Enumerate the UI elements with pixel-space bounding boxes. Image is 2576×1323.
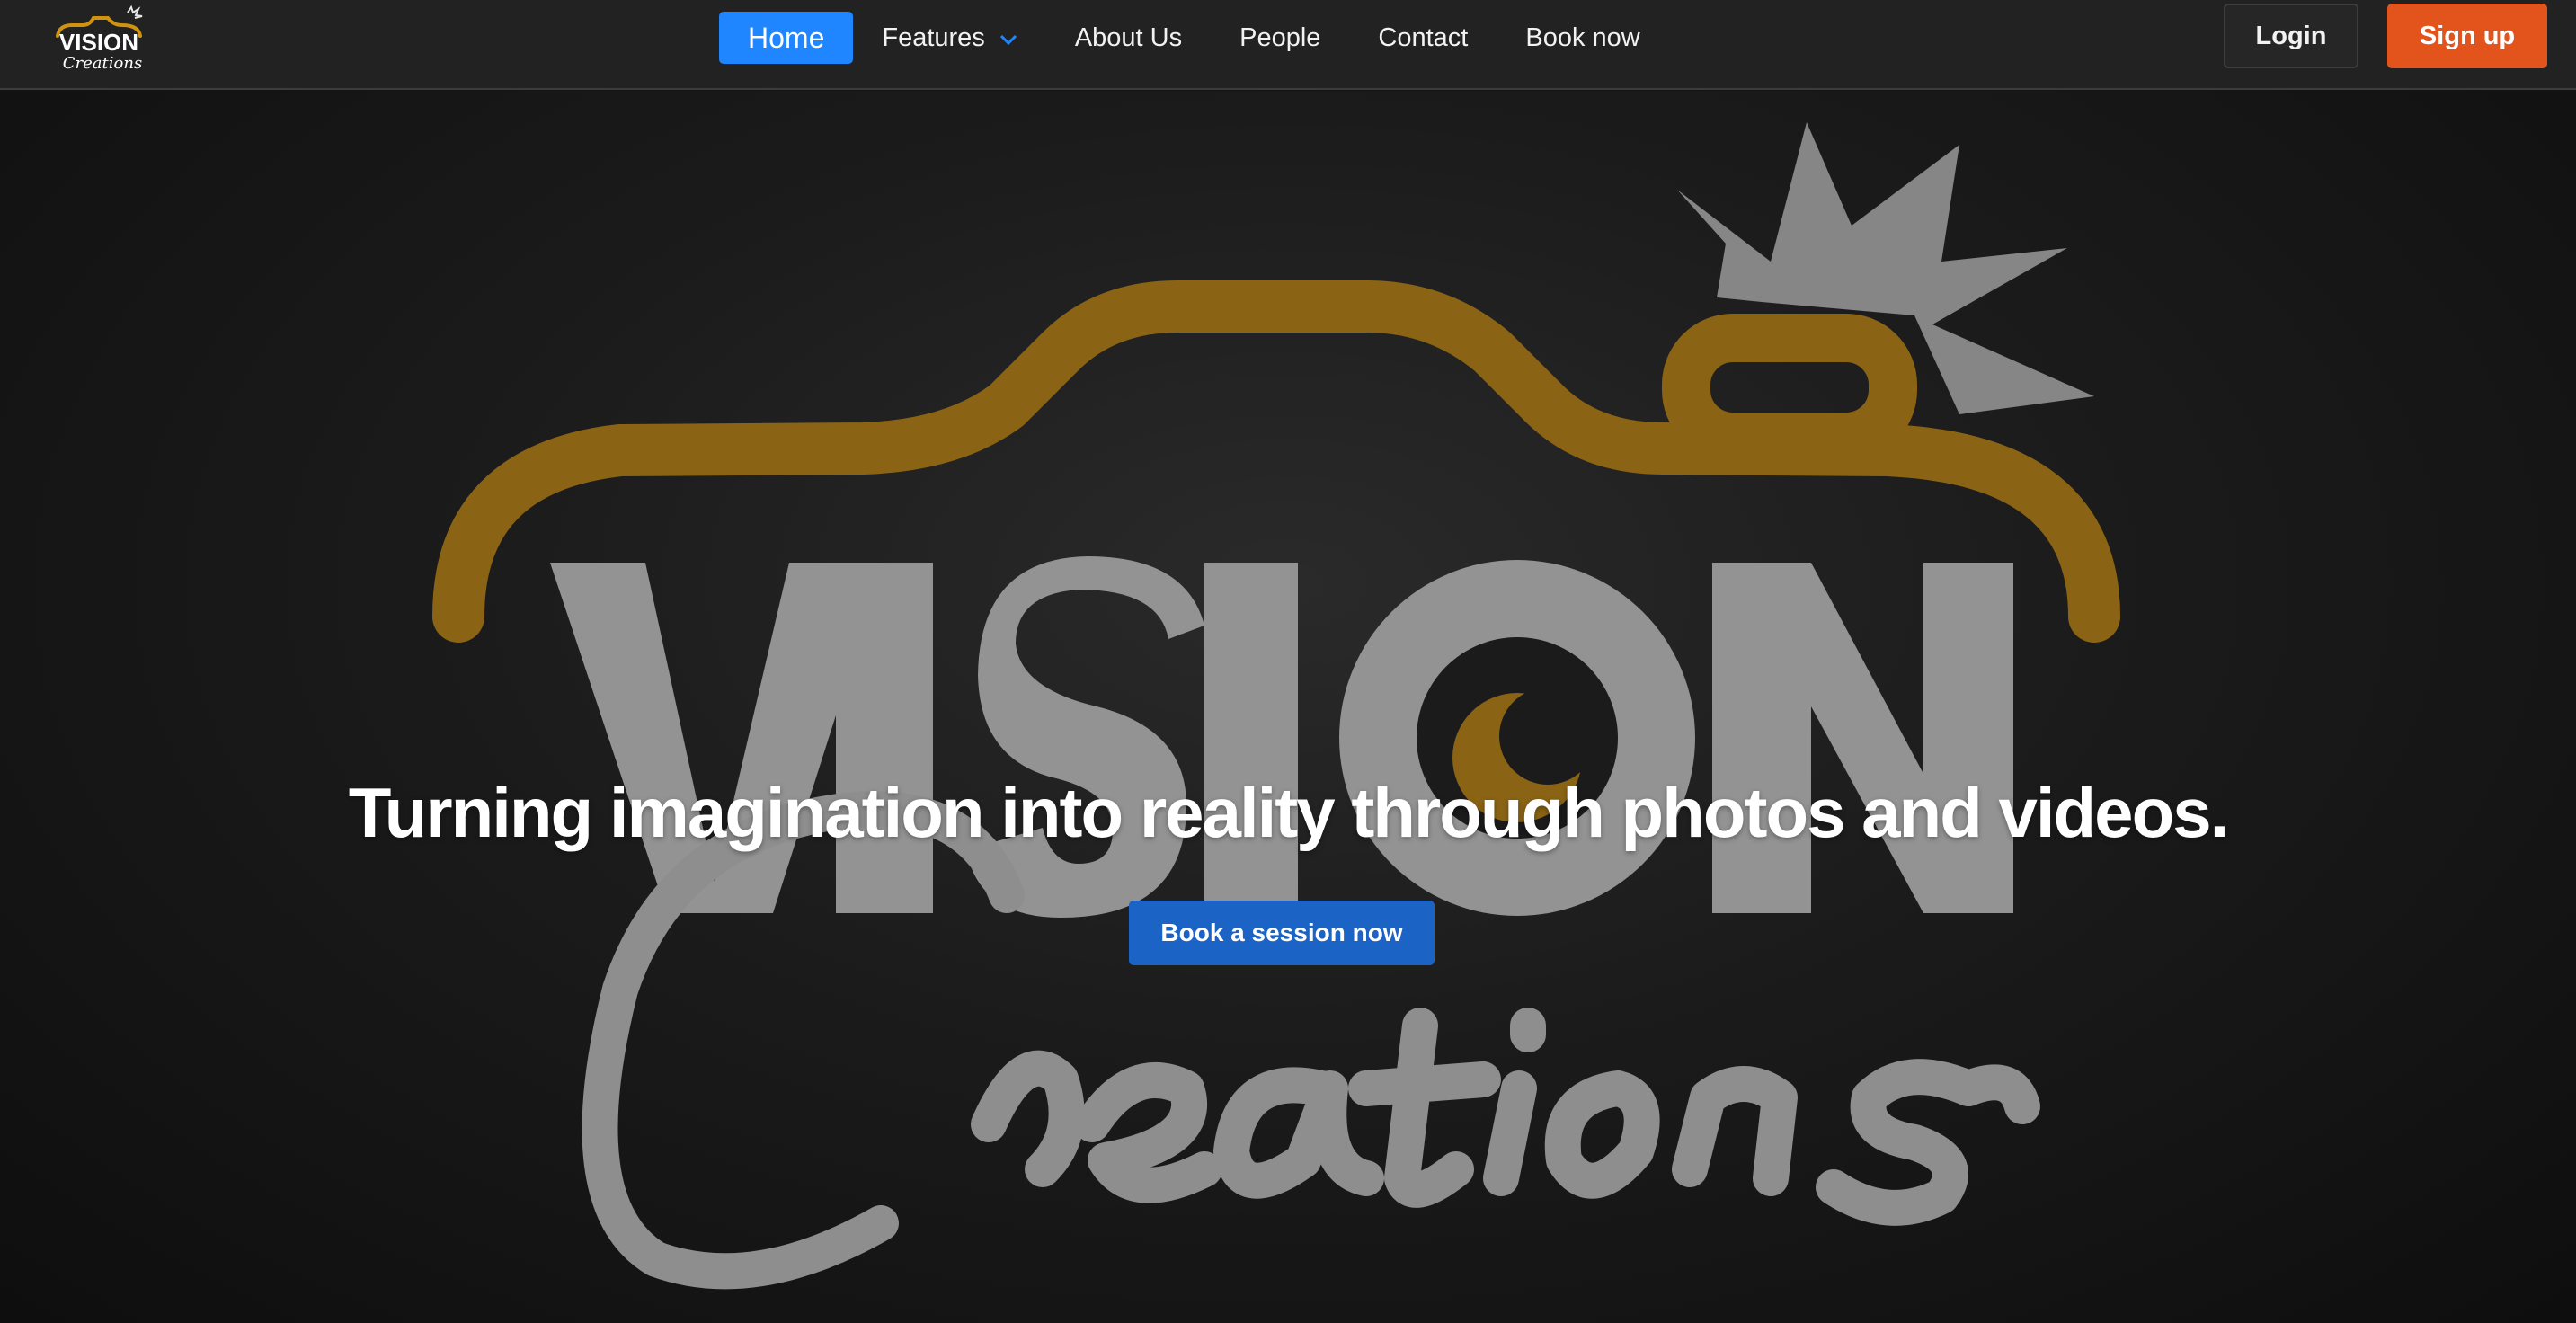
nav-item-contact[interactable]: Contact: [1378, 23, 1468, 53]
viewfinder-icon: [1662, 314, 1917, 461]
vision-letters: [550, 556, 2013, 918]
nav-item-label: Book now: [1525, 22, 1640, 52]
main-nav: Home Features About Us People Contact Bo…: [719, 11, 1698, 65]
nav-item-book-now[interactable]: Book now: [1525, 23, 1639, 53]
nav-item-label: Contact: [1378, 22, 1469, 52]
nav-item-home[interactable]: Home: [719, 12, 854, 64]
hero-background-logo: [432, 122, 2120, 1290]
logo-wordmark: VISION: [59, 29, 138, 56]
nav-item-label: Features: [882, 22, 985, 52]
nav-item-label: About Us: [1074, 22, 1183, 52]
hero-section: Turning imagination into reality through…: [0, 91, 2576, 1323]
nav-item-label: People: [1239, 22, 1321, 52]
logo-script: Creations: [63, 54, 142, 73]
top-navbar: VISION Creations Home Features About Us …: [0, 0, 2576, 90]
nav-item-features[interactable]: Features: [882, 23, 1017, 53]
login-button[interactable]: Login: [2224, 4, 2358, 68]
nav-item-people[interactable]: People: [1239, 23, 1320, 53]
book-session-button[interactable]: Book a session now: [1129, 901, 1435, 965]
hero-tagline: Turning imagination into reality through…: [348, 773, 2230, 853]
brand-logo[interactable]: VISION Creations: [50, 4, 149, 74]
camera-logo-icon: VISION Creations: [56, 4, 143, 73]
nav-item-about-us[interactable]: About Us: [1075, 23, 1182, 53]
signup-button[interactable]: Sign up: [2387, 4, 2547, 68]
nav-item-label: Home: [748, 21, 825, 54]
chevron-down-icon: [999, 22, 1017, 52]
